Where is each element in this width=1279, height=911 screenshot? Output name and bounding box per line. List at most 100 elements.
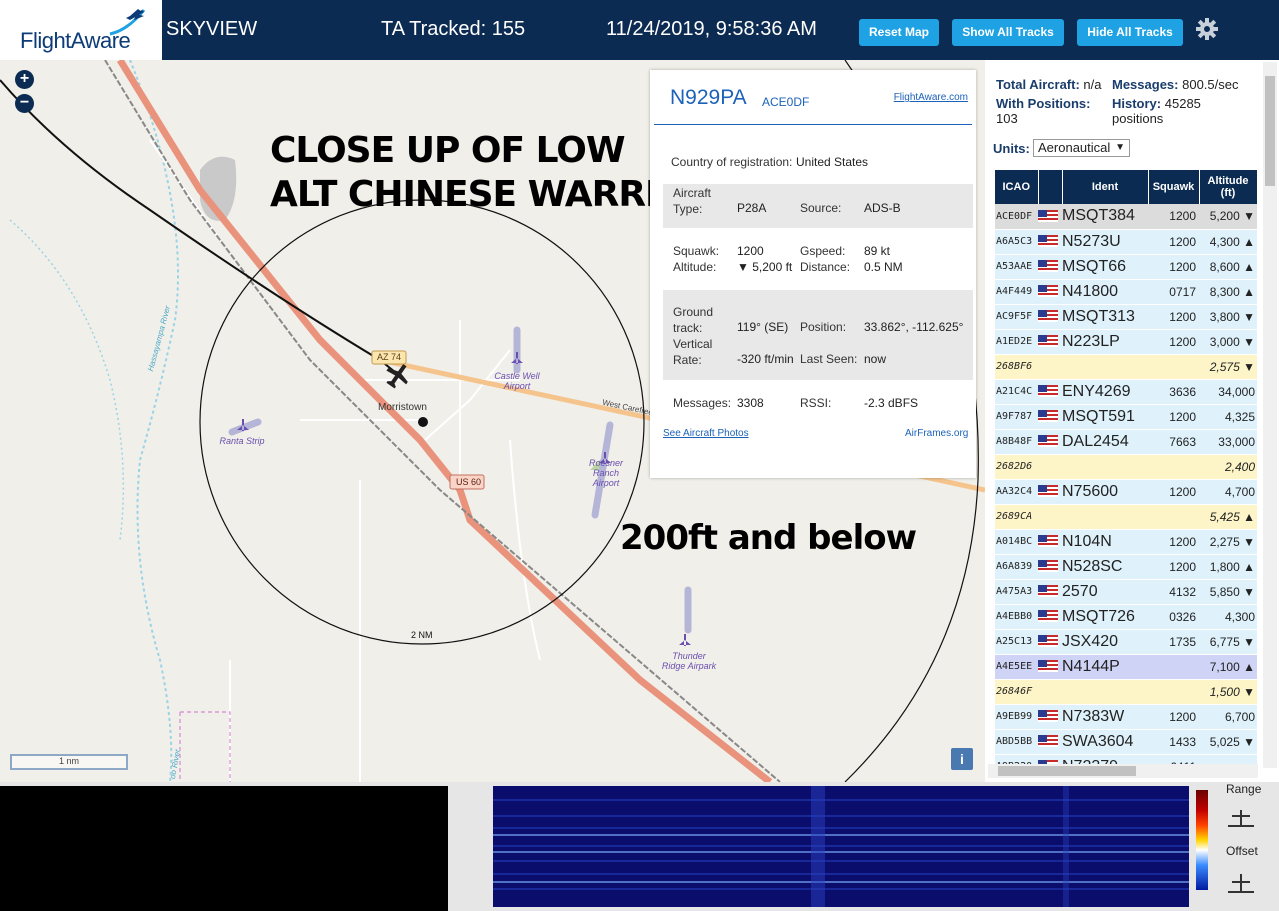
table-row[interactable]: 2689CA 5,425 ▲ <box>995 504 1257 530</box>
squawk-cell: 1200 <box>1148 304 1199 330</box>
table-row[interactable]: A21C4C ENY4269 3636 34,000 <box>995 379 1257 405</box>
icao-cell: 26846F <box>995 679 1038 705</box>
altitude-cell: 2,275 ▼ <box>1199 529 1257 555</box>
altitude-cell: 3,000 ▼ <box>1199 329 1257 355</box>
altitude-cell: 5,025 ▼ <box>1199 729 1257 755</box>
squawk-label: Squawk: <box>673 244 720 258</box>
zoom-out-button[interactable]: − <box>15 94 34 113</box>
ident-cell <box>1062 679 1148 705</box>
horizontal-scrollbar[interactable] <box>988 764 1258 778</box>
gear-icon[interactable] <box>1196 18 1218 40</box>
units-value: Aeronautical <box>1038 140 1111 155</box>
flightaware-logo[interactable]: FlightAware <box>0 0 162 60</box>
zoom-in-button[interactable]: + <box>15 70 34 89</box>
altitude-cell: 8,300 ▲ <box>1199 279 1257 305</box>
table-row[interactable]: A25C13 JSX420 1735 6,775 ▼ <box>995 629 1257 655</box>
aircraft-type-label: Aircraft Type: <box>673 186 712 216</box>
flightaware-link[interactable]: FlightAware.com <box>894 92 968 103</box>
flag-cell <box>1038 254 1062 280</box>
annotation-line-1: CLOSE UP OF LOW <box>270 130 626 171</box>
us-flag-icon <box>1038 560 1058 573</box>
table-row[interactable]: A9EB99 N7383W 1200 6,700 <box>995 704 1257 730</box>
flag-cell <box>1038 554 1062 580</box>
altitude-cell: 1,800 ▲ <box>1199 554 1257 580</box>
us-flag-icon <box>1038 335 1058 348</box>
units-select[interactable]: Aeronautical ▼ <box>1033 139 1130 157</box>
annotation-altitude: 200ft and below <box>620 518 917 558</box>
vertical-rate-label: Vertical Rate: <box>673 337 713 367</box>
hide-all-tracks-button[interactable]: Hide All Tracks <box>1077 19 1183 46</box>
col-squawk[interactable]: Squawk <box>1148 170 1200 204</box>
table-row[interactable]: 268BF6 2,575 ▼ <box>995 354 1257 380</box>
offset-slider[interactable] <box>1226 870 1256 894</box>
icao-cell: A475A3 <box>995 579 1038 605</box>
table-row[interactable]: A4F449 N41800 0717 8,300 ▲ <box>995 279 1257 305</box>
table-row[interactable]: A6A839 N528SC 1200 1,800 ▲ <box>995 554 1257 580</box>
col-altitude[interactable]: Altitude (ft) <box>1199 170 1257 204</box>
offset-label: Offset <box>1226 844 1258 858</box>
ident-cell: MSQT726 <box>1062 604 1148 630</box>
table-row[interactable]: A53AAE MSQT66 1200 8,600 ▲ <box>995 254 1257 280</box>
reset-map-button[interactable]: Reset Map <box>859 19 939 46</box>
table-row[interactable]: A8B48F DAL2454 7663 33,000 <box>995 429 1257 455</box>
distance-value: 0.5 NM <box>864 260 903 274</box>
us-flag-icon <box>1038 285 1058 298</box>
history-label: History: <box>1112 96 1162 111</box>
table-row[interactable]: A1ED2E N223LP 1200 3,000 ▼ <box>995 329 1257 355</box>
ident-cell: N7383W <box>1062 704 1148 730</box>
icao-cell: A9F787 <box>995 404 1038 430</box>
ident-cell <box>1062 504 1148 530</box>
squawk-cell: 0717 <box>1148 279 1199 305</box>
aircraft-photos-link[interactable]: See Aircraft Photos <box>663 428 749 439</box>
col-icao[interactable]: ICAO <box>995 170 1039 204</box>
airframes-link[interactable]: AirFrames.org <box>905 428 968 439</box>
table-row[interactable]: A014BC N104N 1200 2,275 ▼ <box>995 529 1257 555</box>
col-flag[interactable] <box>1038 170 1063 204</box>
show-all-tracks-button[interactable]: Show All Tracks <box>952 19 1064 46</box>
plane-logo-icon <box>109 9 146 36</box>
vertical-scrollbar[interactable] <box>1263 62 1277 768</box>
table-row[interactable]: 26846F 1,500 ▼ <box>995 679 1257 705</box>
table-row[interactable]: A4E5EE N4144P 7,100 ▲ <box>995 654 1257 680</box>
table-row[interactable]: A4EBB0 MSQT726 0326 4,300 <box>995 604 1257 630</box>
squawk-cell <box>1148 454 1199 480</box>
aircraft-table: ICAO Ident Squawk Altitude (ft) ACE0DF MS… <box>995 170 1257 770</box>
squawk-cell: 4132 <box>1148 579 1199 605</box>
info-button[interactable]: i <box>951 748 973 770</box>
messages-rate-value: 800.5/sec <box>1182 77 1239 92</box>
table-row[interactable]: AA32C4 N75600 1200 4,700 <box>995 479 1257 505</box>
squawk-cell: 1200 <box>1148 704 1199 730</box>
aircraft-table-body: ACE0DF MSQT384 1200 5,200 ▼ A6A5C3 N5273U 1200… <box>995 204 1257 770</box>
icao-cell: A25C13 <box>995 629 1038 655</box>
scroll-thumb[interactable] <box>1265 76 1275 186</box>
squawk-cell: 1735 <box>1148 629 1199 655</box>
col-ident[interactable]: Ident <box>1062 170 1149 204</box>
table-row[interactable]: A9F787 MSQT591 1200 4,325 <box>995 404 1257 430</box>
label-us60: US 60 <box>456 477 482 487</box>
table-row[interactable]: A475A3 2570 4132 5,850 ▼ <box>995 579 1257 605</box>
table-row[interactable]: ACE0DF MSQT384 1200 5,200 ▼ <box>995 204 1257 230</box>
source-value: ADS-B <box>864 201 901 215</box>
us-flag-icon <box>1038 435 1058 448</box>
altitude-cell: 4,325 <box>1199 404 1257 430</box>
flag-cell <box>1038 529 1062 555</box>
table-row[interactable]: 2682D6 2,400 <box>995 454 1257 480</box>
messages-value: 3308 <box>737 396 764 410</box>
icao-cell: A8B48F <box>995 429 1038 455</box>
vertical-rate-value: -320 ft/min <box>737 352 794 366</box>
squawk-cell <box>1148 654 1199 680</box>
gspeed-label: Gspeed: <box>800 244 846 258</box>
ident-cell: MSQT384 <box>1062 204 1148 230</box>
altitude-cell: 34,000 <box>1199 379 1257 405</box>
altitude-cell: 4,700 <box>1199 479 1257 505</box>
table-row[interactable]: A6A5C3 N5273U 1200 4,300 ▲ <box>995 229 1257 255</box>
range-slider[interactable] <box>1226 806 1256 828</box>
table-row[interactable]: ABD5BB SWA3604 1433 5,025 ▼ <box>995 729 1257 755</box>
scroll-thumb[interactable] <box>998 766 1136 776</box>
squawk-cell: 1200 <box>1148 554 1199 580</box>
messages-rate-label: Messages: <box>1112 77 1179 92</box>
town-marker <box>418 417 428 427</box>
ident-cell: MSQT313 <box>1062 304 1148 330</box>
table-row[interactable]: AC9F5F MSQT313 1200 3,800 ▼ <box>995 304 1257 330</box>
messages-rate: Messages: 800.5/sec <box>1112 77 1238 92</box>
